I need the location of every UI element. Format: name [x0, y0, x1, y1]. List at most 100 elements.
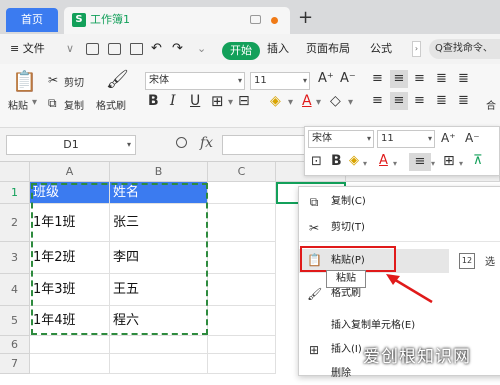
- mini-fill-dropdown-icon[interactable]: ▾: [363, 157, 367, 171]
- copy-button[interactable]: 复制: [64, 97, 84, 112]
- cell-c5[interactable]: [208, 306, 276, 336]
- cell-c3[interactable]: [208, 242, 276, 274]
- merge-center-button[interactable]: 合: [486, 97, 496, 112]
- cell-c2[interactable]: [208, 204, 276, 242]
- italic-button[interactable]: I: [170, 94, 176, 108]
- paste-icon[interactable]: 📋: [12, 70, 37, 92]
- align-left-icon[interactable]: ≡: [372, 94, 383, 108]
- mini-font-name-select[interactable]: 宋体 ▾: [308, 130, 374, 148]
- tab-workbook[interactable]: S 工作簿1: [64, 7, 290, 34]
- formula-input[interactable]: [222, 135, 312, 155]
- paste-dropdown-icon[interactable]: ▾: [32, 97, 37, 108]
- paste-values-icon[interactable]: 12: [459, 253, 475, 269]
- cell-c7[interactable]: [208, 354, 276, 374]
- mini-format-icon[interactable]: ⊡: [311, 155, 322, 169]
- mini-increase-font-icon[interactable]: A⁺: [441, 131, 456, 145]
- mini-bold-button[interactable]: B: [331, 154, 342, 168]
- paste-special-button[interactable]: 选: [485, 253, 495, 268]
- new-tab-button[interactable]: +: [298, 8, 313, 28]
- tab-insert[interactable]: 插入: [267, 34, 289, 64]
- function-icon[interactable]: fx: [200, 135, 213, 151]
- cut-icon[interactable]: ✂: [48, 73, 58, 87]
- align-right-icon[interactable]: ≡: [414, 94, 425, 108]
- clear-format-icon[interactable]: ◇: [330, 94, 341, 108]
- zoom-search-icon[interactable]: [176, 137, 187, 148]
- clear-dropdown-icon[interactable]: ▾: [348, 97, 353, 108]
- mini-font-size-select[interactable]: 11 ▾: [377, 130, 435, 148]
- fill-color-icon[interactable]: ◈: [270, 94, 281, 108]
- row-header[interactable]: 7: [0, 354, 30, 374]
- cell-b7[interactable]: [110, 354, 208, 374]
- increase-font-icon[interactable]: A⁺: [318, 72, 334, 86]
- menu-item-copy[interactable]: ⧉ 复制(C): [299, 191, 500, 213]
- font-size-select[interactable]: 11 ▾: [250, 72, 310, 90]
- border-icon[interactable]: ⊞: [211, 94, 224, 109]
- underline-button[interactable]: U: [190, 94, 200, 108]
- undo-icon[interactable]: ↶: [151, 34, 162, 64]
- align-top-icon[interactable]: ≡: [372, 72, 383, 86]
- align-bottom-icon[interactable]: ≡: [414, 72, 425, 86]
- paste-button[interactable]: 粘贴: [8, 97, 28, 112]
- menu-chevron-icon[interactable]: ∨: [66, 34, 74, 64]
- print-preview-icon[interactable]: [130, 43, 143, 55]
- wrap-text-icon[interactable]: ≣: [436, 72, 447, 86]
- format-painter-icon[interactable]: 🖌: [106, 70, 129, 90]
- row-header[interactable]: 2: [0, 204, 30, 242]
- format-painter-button[interactable]: 格式刷: [96, 97, 126, 112]
- menu-item-insert-copied-cells[interactable]: 插入复制单元格(E): [299, 315, 500, 337]
- cell-a6[interactable]: [30, 336, 110, 354]
- row-header[interactable]: 4: [0, 274, 30, 306]
- save-icon[interactable]: [86, 43, 99, 55]
- font-name-select[interactable]: 宋体 ▾: [145, 72, 245, 90]
- decrease-font-icon[interactable]: A⁻: [340, 72, 356, 86]
- bold-button[interactable]: B: [148, 94, 159, 108]
- copy-icon[interactable]: ⧉: [48, 96, 57, 110]
- column-header-c[interactable]: C: [208, 162, 276, 182]
- row-header[interactable]: 6: [0, 336, 30, 354]
- row-header[interactable]: 5: [0, 306, 30, 336]
- mini-decrease-font-icon[interactable]: A⁻: [465, 131, 480, 145]
- distribute-icon[interactable]: ≣: [458, 94, 469, 108]
- border-dropdown-icon[interactable]: ▾: [228, 97, 233, 108]
- mini-align-dropdown-icon[interactable]: ▾: [431, 157, 435, 171]
- select-all-corner[interactable]: [0, 162, 30, 182]
- cell-c1[interactable]: [208, 182, 276, 204]
- merge-cells-icon[interactable]: ⊟: [238, 94, 250, 108]
- mini-fill-color-icon[interactable]: ◈: [349, 154, 359, 168]
- mini-align-icon[interactable]: ≡: [409, 153, 431, 171]
- file-menu[interactable]: ≡ 文件: [10, 34, 45, 64]
- cut-button[interactable]: 剪切: [64, 74, 84, 89]
- quick-access-chevron-icon[interactable]: ⌄: [197, 34, 206, 64]
- name-box[interactable]: D1 ▾: [6, 135, 136, 155]
- tab-start[interactable]: 开始: [222, 42, 260, 60]
- redo-icon[interactable]: ↷: [172, 34, 183, 64]
- menu-more-icon[interactable]: ›: [412, 41, 421, 57]
- text-direction-icon[interactable]: ≣: [458, 72, 469, 86]
- align-center-icon[interactable]: ≡: [390, 92, 408, 110]
- monitor-icon[interactable]: [250, 15, 261, 24]
- cell-b6[interactable]: [110, 336, 208, 354]
- column-header-b[interactable]: B: [110, 162, 208, 182]
- mini-border-icon[interactable]: ⊞: [443, 154, 455, 168]
- mini-merge-icon[interactable]: ⊼: [473, 154, 483, 168]
- justify-icon[interactable]: ≣: [436, 94, 447, 108]
- column-header-a[interactable]: A: [30, 162, 110, 182]
- row-header[interactable]: 3: [0, 242, 30, 274]
- font-color-icon[interactable]: A: [302, 94, 312, 108]
- mini-font-color-dropdown-icon[interactable]: ▾: [393, 157, 397, 171]
- menu-item-cut[interactable]: ✂ 剪切(T): [299, 217, 500, 239]
- command-search-input[interactable]: Q查找命令、: [429, 39, 500, 59]
- font-color-dropdown-icon[interactable]: ▾: [316, 97, 321, 108]
- tab-page-layout[interactable]: 页面布局: [306, 34, 350, 64]
- tab-home[interactable]: 首页: [6, 8, 58, 32]
- cell-c6[interactable]: [208, 336, 276, 354]
- align-middle-icon[interactable]: ≡: [390, 70, 408, 88]
- row-header[interactable]: 1: [0, 182, 30, 204]
- print-icon[interactable]: [108, 43, 121, 55]
- unsaved-dot-icon[interactable]: [271, 17, 278, 24]
- tab-formula[interactable]: 公式: [370, 34, 392, 64]
- cell-a7[interactable]: [30, 354, 110, 374]
- fill-color-dropdown-icon[interactable]: ▾: [288, 97, 293, 108]
- mini-border-dropdown-icon[interactable]: ▾: [459, 157, 463, 171]
- mini-font-color-icon[interactable]: A: [379, 154, 388, 168]
